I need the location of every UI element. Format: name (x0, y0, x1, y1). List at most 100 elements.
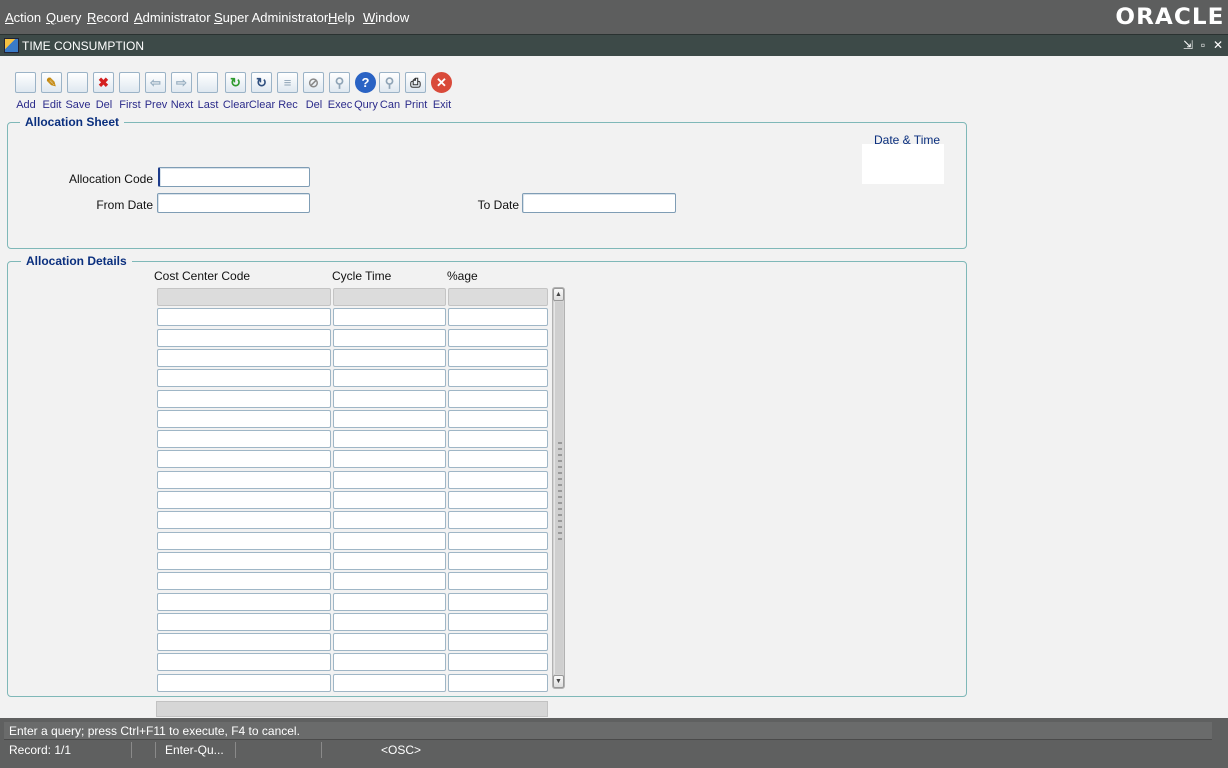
menu-super-administrator[interactable]: Super Administrator (214, 10, 328, 26)
percentage-cell[interactable] (448, 390, 548, 408)
cycle-time-cell[interactable] (333, 471, 446, 489)
percentage-cell[interactable] (448, 491, 548, 509)
scroll-down-icon[interactable]: ▼ (553, 675, 564, 688)
date-time-display (862, 144, 944, 184)
cycle-time-cell[interactable] (333, 511, 446, 529)
cycle-time-cell[interactable] (333, 410, 446, 428)
cycle-time-cell[interactable] (333, 369, 446, 387)
percentage-cell[interactable] (448, 430, 548, 448)
cost-center-code-cell[interactable] (157, 308, 331, 326)
scroll-up-icon[interactable]: ▲ (553, 288, 564, 301)
menu-window[interactable]: Window (363, 10, 409, 26)
cost-center-code-cell[interactable] (157, 288, 331, 306)
menu-query[interactable]: Query (46, 10, 81, 26)
scrollbar-thumb[interactable] (554, 302, 563, 674)
menu-action[interactable]: Action (5, 10, 41, 26)
to-date-label: To Date (477, 198, 519, 212)
cycle-time-cell[interactable] (333, 329, 446, 347)
percentage-cell[interactable] (448, 329, 548, 347)
cost-center-code-cell[interactable] (157, 674, 331, 692)
menu-record[interactable]: Record (87, 10, 129, 26)
cycle-time-cell[interactable] (333, 653, 446, 671)
percentage-cell[interactable] (448, 552, 548, 570)
allocation-details-title: Allocation Details (21, 254, 132, 268)
minimize-icon[interactable]: ⇲ (1182, 38, 1194, 52)
cycle-time-cell[interactable] (333, 613, 446, 631)
menu-bar: Action Query Record Administrator Super … (0, 0, 1228, 34)
cost-center-code-cell[interactable] (157, 593, 331, 611)
cost-center-code-cell[interactable] (157, 390, 331, 408)
toolbar-button-label: Exit (432, 99, 452, 111)
cycle-time-cell[interactable] (333, 430, 446, 448)
cost-center-code-cell[interactable] (157, 491, 331, 509)
cost-center-code-cell[interactable] (157, 552, 331, 570)
close-icon[interactable]: ✕ (1212, 38, 1224, 52)
cost-center-code-cell[interactable] (157, 329, 331, 347)
from-date-input[interactable] (157, 193, 310, 213)
cycle-time-cell[interactable] (333, 572, 446, 590)
menu-administrator[interactable]: Administrator (134, 10, 211, 26)
to-date-input[interactable] (522, 193, 676, 213)
exit-icon: ✕ (431, 72, 452, 93)
cycle-time-cell[interactable] (333, 674, 446, 692)
form-canvas: Add ✎ Edit Save ✖ Del First ⇦ Prev ⇨ Next Last ↻ Clea… (0, 56, 1228, 718)
percentage-cell[interactable] (448, 288, 548, 306)
horizontal-scroll-strip[interactable] (156, 701, 548, 717)
restore-icon[interactable]: ▫ (1197, 38, 1209, 52)
percentage-cell[interactable] (448, 511, 548, 529)
window-title: TIME CONSUMPTION (22, 39, 144, 53)
query-help-icon: ? (355, 72, 376, 93)
save-icon (67, 72, 88, 93)
cycle-time-cell[interactable] (333, 552, 446, 570)
status-area: Enter a query; press Ctrl+F11 to execute… (0, 718, 1228, 768)
status-record-count: Record: 1/1 (4, 742, 132, 758)
cost-center-code-cell[interactable] (157, 633, 331, 651)
cycle-time-cell[interactable] (333, 288, 446, 306)
percentage-cell[interactable] (448, 410, 548, 428)
cost-center-code-cell[interactable] (157, 572, 331, 590)
percentage-cell[interactable] (448, 593, 548, 611)
percentage-cell[interactable] (448, 532, 548, 550)
form-window-icon (4, 38, 19, 53)
menu-help[interactable]: Help (328, 10, 355, 26)
delete-icon: ✖ (93, 72, 114, 93)
prev-icon: ⇦ (145, 72, 166, 93)
cycle-time-cell[interactable] (333, 450, 446, 468)
cycle-time-cell[interactable] (333, 349, 446, 367)
cost-center-code-cell[interactable] (157, 511, 331, 529)
cost-center-code-cell[interactable] (157, 430, 331, 448)
cost-center-code-cell[interactable] (157, 471, 331, 489)
cost-center-code-cell[interactable] (157, 349, 331, 367)
cycle-time-cell[interactable] (333, 593, 446, 611)
print-icon: ⎙ (405, 72, 426, 93)
percentage-cell[interactable] (448, 633, 548, 651)
column-header-cost-center-code: Cost Center Code (154, 269, 251, 283)
percentage-cell[interactable] (448, 653, 548, 671)
percentage-cell[interactable] (448, 450, 548, 468)
cost-center-code-cell[interactable] (157, 613, 331, 631)
cost-center-code-cell[interactable] (157, 532, 331, 550)
cost-center-code-cell[interactable] (157, 450, 331, 468)
edit-icon: ✎ (41, 72, 62, 93)
percentage-cell[interactable] (448, 572, 548, 590)
allocation-code-input[interactable] (158, 167, 310, 187)
percentage-cell[interactable] (448, 349, 548, 367)
cycle-time-cell[interactable] (333, 633, 446, 651)
allocation-code-label: Allocation Code (68, 172, 153, 186)
cost-center-code-cell[interactable] (157, 653, 331, 671)
percentage-cell[interactable] (448, 471, 548, 489)
percentage-cell[interactable] (448, 674, 548, 692)
cycle-time-cell[interactable] (333, 532, 446, 550)
percentage-cell[interactable] (448, 613, 548, 631)
exit-button[interactable]: ✕ Exit (430, 72, 454, 114)
cycle-time-cell[interactable] (333, 491, 446, 509)
percentage-cell[interactable] (448, 369, 548, 387)
cycle-time-cell[interactable] (333, 308, 446, 326)
percentage-cell[interactable] (448, 308, 548, 326)
cycle-time-cell[interactable] (333, 390, 446, 408)
vertical-scrollbar[interactable]: ▲ ▼ (552, 287, 565, 689)
delete-record-icon: ⊘ (303, 72, 324, 93)
message-line: Enter a query; press Ctrl+F11 to execute… (4, 722, 1212, 740)
cost-center-code-cell[interactable] (157, 369, 331, 387)
cost-center-code-cell[interactable] (157, 410, 331, 428)
